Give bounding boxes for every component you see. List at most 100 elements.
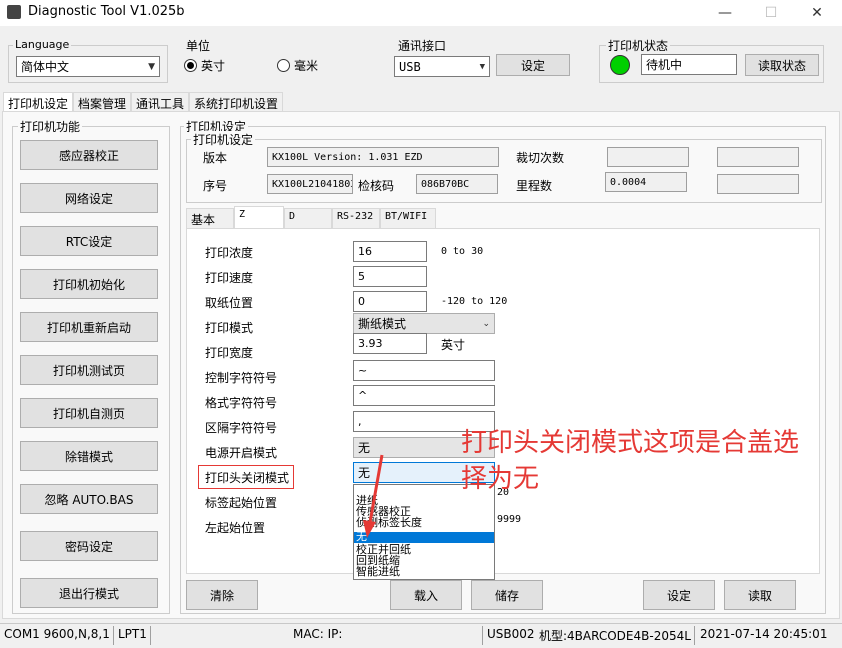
checksum-label: 检核码 xyxy=(358,179,395,193)
network-settings-button[interactable]: 网络设定 xyxy=(20,183,158,213)
language-label: Language xyxy=(13,38,72,51)
settings-inner-label: 打印机设定 xyxy=(191,131,256,148)
width-unit: 英寸 xyxy=(441,338,466,352)
printer-status-value: 待机中 xyxy=(641,54,737,75)
head-close-label: 打印头关闭模式 xyxy=(205,471,290,485)
unit-label: 单位 xyxy=(184,37,213,54)
debug-mode-button[interactable]: 除错模式 xyxy=(20,441,158,471)
annotation-text: 打印头关闭模式这项是合盖选择为无 xyxy=(461,428,800,494)
width-label: 打印宽度 xyxy=(205,346,254,360)
control-char-input[interactable]: ~ xyxy=(353,360,495,381)
format-char-input[interactable]: ^ xyxy=(353,385,495,406)
checksum-value: 086B70BC xyxy=(416,174,498,194)
test-page-button[interactable]: 打印机测试页 xyxy=(20,355,158,385)
exit-line-mode-button[interactable]: 退出行模式 xyxy=(20,578,158,608)
main-tabs: 打印机设定 档案管理 通讯工具 系统打印机设置 xyxy=(3,92,284,112)
radio-checked-icon xyxy=(184,59,197,72)
read-button[interactable]: 读取 xyxy=(724,580,796,610)
status-indicator-icon xyxy=(610,55,630,75)
chevron-down-icon: ▼ xyxy=(479,61,485,72)
status-lpt: LPT1 xyxy=(118,627,147,641)
mode-select[interactable]: 撕纸模式 ⌄ xyxy=(353,313,495,334)
cut-count-label: 裁切次数 xyxy=(516,151,565,165)
read-status-button[interactable]: 读取状态 xyxy=(745,54,819,76)
subtab-bt-wifi[interactable]: BT/WIFI xyxy=(380,208,436,228)
mileage-value: 0.0004 xyxy=(605,172,687,192)
left-start-label: 左起始位置 xyxy=(205,521,266,535)
serial-label: 序号 xyxy=(203,179,228,193)
radio-unchecked-icon xyxy=(277,59,290,72)
density-input[interactable]: 16 xyxy=(353,241,427,262)
comm-set-button[interactable]: 设定 xyxy=(496,54,570,76)
status-mac: MAC: IP: xyxy=(293,627,343,641)
dropdown-option[interactable]: 智能进纸 xyxy=(356,566,400,577)
sensor-calibration-button[interactable]: 感应器校正 xyxy=(20,140,158,170)
functions-label: 打印机功能 xyxy=(18,118,83,135)
unit-inch-radio[interactable]: 英寸 xyxy=(184,57,225,74)
extra-field-1 xyxy=(717,147,799,167)
language-select[interactable]: 简体中文 ▼ xyxy=(16,56,160,77)
clear-button[interactable]: 清除 xyxy=(186,580,258,610)
language-value: 简体中文 xyxy=(21,60,70,74)
close-button[interactable]: ✕ xyxy=(794,0,840,26)
mode-label: 打印模式 xyxy=(205,321,254,335)
speed-input[interactable]: 5 xyxy=(353,266,427,287)
power-mode-label: 电源开启模式 xyxy=(205,446,278,460)
offset-input[interactable]: 0 xyxy=(353,291,427,312)
maximize-button[interactable]: ☐ xyxy=(748,0,794,26)
printer-restart-button[interactable]: 打印机重新启动 xyxy=(20,312,158,342)
offset-hint: -120 to 120 xyxy=(441,296,508,307)
cut-count-value xyxy=(607,147,689,167)
sub-tabs: 基本 Z D RS-232 BT/WIFI xyxy=(186,206,436,228)
left-start-hint: 9999 xyxy=(497,514,522,525)
status-datetime: 2021-07-14 20:45:01 xyxy=(700,627,828,641)
control-char-label: 控制字符符号 xyxy=(205,371,278,385)
mode-value: 撕纸模式 xyxy=(358,317,407,331)
unit-mm-radio[interactable]: 毫米 xyxy=(277,57,318,74)
save-button[interactable]: 储存 xyxy=(471,580,543,610)
offset-label: 取纸位置 xyxy=(205,296,254,310)
chevron-down-icon: ▼ xyxy=(148,61,155,72)
comm-value: USB xyxy=(399,59,421,74)
window-title: Diagnostic Tool V1.025b xyxy=(28,4,185,19)
label-top-label: 标签起始位置 xyxy=(205,496,278,510)
printer-status-label: 打印机状态 xyxy=(606,37,671,54)
version-value: KX100L Version: 1.031 EZD xyxy=(267,147,499,167)
subtab-basic[interactable]: 基本 xyxy=(186,208,234,228)
password-button[interactable]: 密码设定 xyxy=(20,531,158,561)
subtab-rs232[interactable]: RS-232 xyxy=(332,208,380,228)
speed-label: 打印速度 xyxy=(205,271,254,285)
app-icon xyxy=(7,5,21,19)
tab-printer-settings[interactable]: 打印机设定 xyxy=(3,92,74,112)
serial-value: KX100L21041803 xyxy=(267,174,353,194)
delim-char-label: 区隔字符符号 xyxy=(205,421,278,435)
width-input[interactable]: 3.93 xyxy=(353,333,427,354)
printer-init-button[interactable]: 打印机初始化 xyxy=(20,269,158,299)
chevron-down-icon: ⌄ xyxy=(482,318,490,329)
tab-comm-tools[interactable]: 通讯工具 xyxy=(131,92,190,112)
comm-select[interactable]: USB ▼ xyxy=(394,56,490,77)
unit-mm-label: 毫米 xyxy=(294,59,319,73)
status-usb: USB002 xyxy=(487,627,535,641)
density-label: 打印浓度 xyxy=(205,246,254,260)
status-port: COM1 9600,N,8,1 xyxy=(4,627,110,641)
self-test-button[interactable]: 打印机自测页 xyxy=(20,398,158,428)
status-bar: COM1 9600,N,8,1 LPT1 MAC: IP: USB002 机型:… xyxy=(0,623,842,648)
tab-system-printer[interactable]: 系统打印机设置 xyxy=(189,92,284,112)
load-button[interactable]: 载入 xyxy=(390,580,462,610)
version-label: 版本 xyxy=(203,151,228,165)
format-char-label: 格式字符符号 xyxy=(205,396,278,410)
minimize-button[interactable]: — xyxy=(702,0,748,26)
set-button[interactable]: 设定 xyxy=(643,580,715,610)
comm-label: 通讯接口 xyxy=(396,37,449,54)
status-model: 机型:4BARCODE4B-2054L xyxy=(539,629,691,643)
subtab-d[interactable]: D xyxy=(284,208,332,228)
tab-file-management[interactable]: 档案管理 xyxy=(73,92,132,112)
red-arrow-icon xyxy=(363,454,384,538)
rtc-settings-button[interactable]: RTC设定 xyxy=(20,226,158,256)
subtab-z[interactable]: Z xyxy=(234,206,284,228)
extra-field-2 xyxy=(717,174,799,194)
ignore-autobas-button[interactable]: 忽略 AUTO.BAS xyxy=(20,484,158,514)
unit-inch-label: 英寸 xyxy=(201,59,226,73)
mileage-label: 里程数 xyxy=(516,179,553,193)
